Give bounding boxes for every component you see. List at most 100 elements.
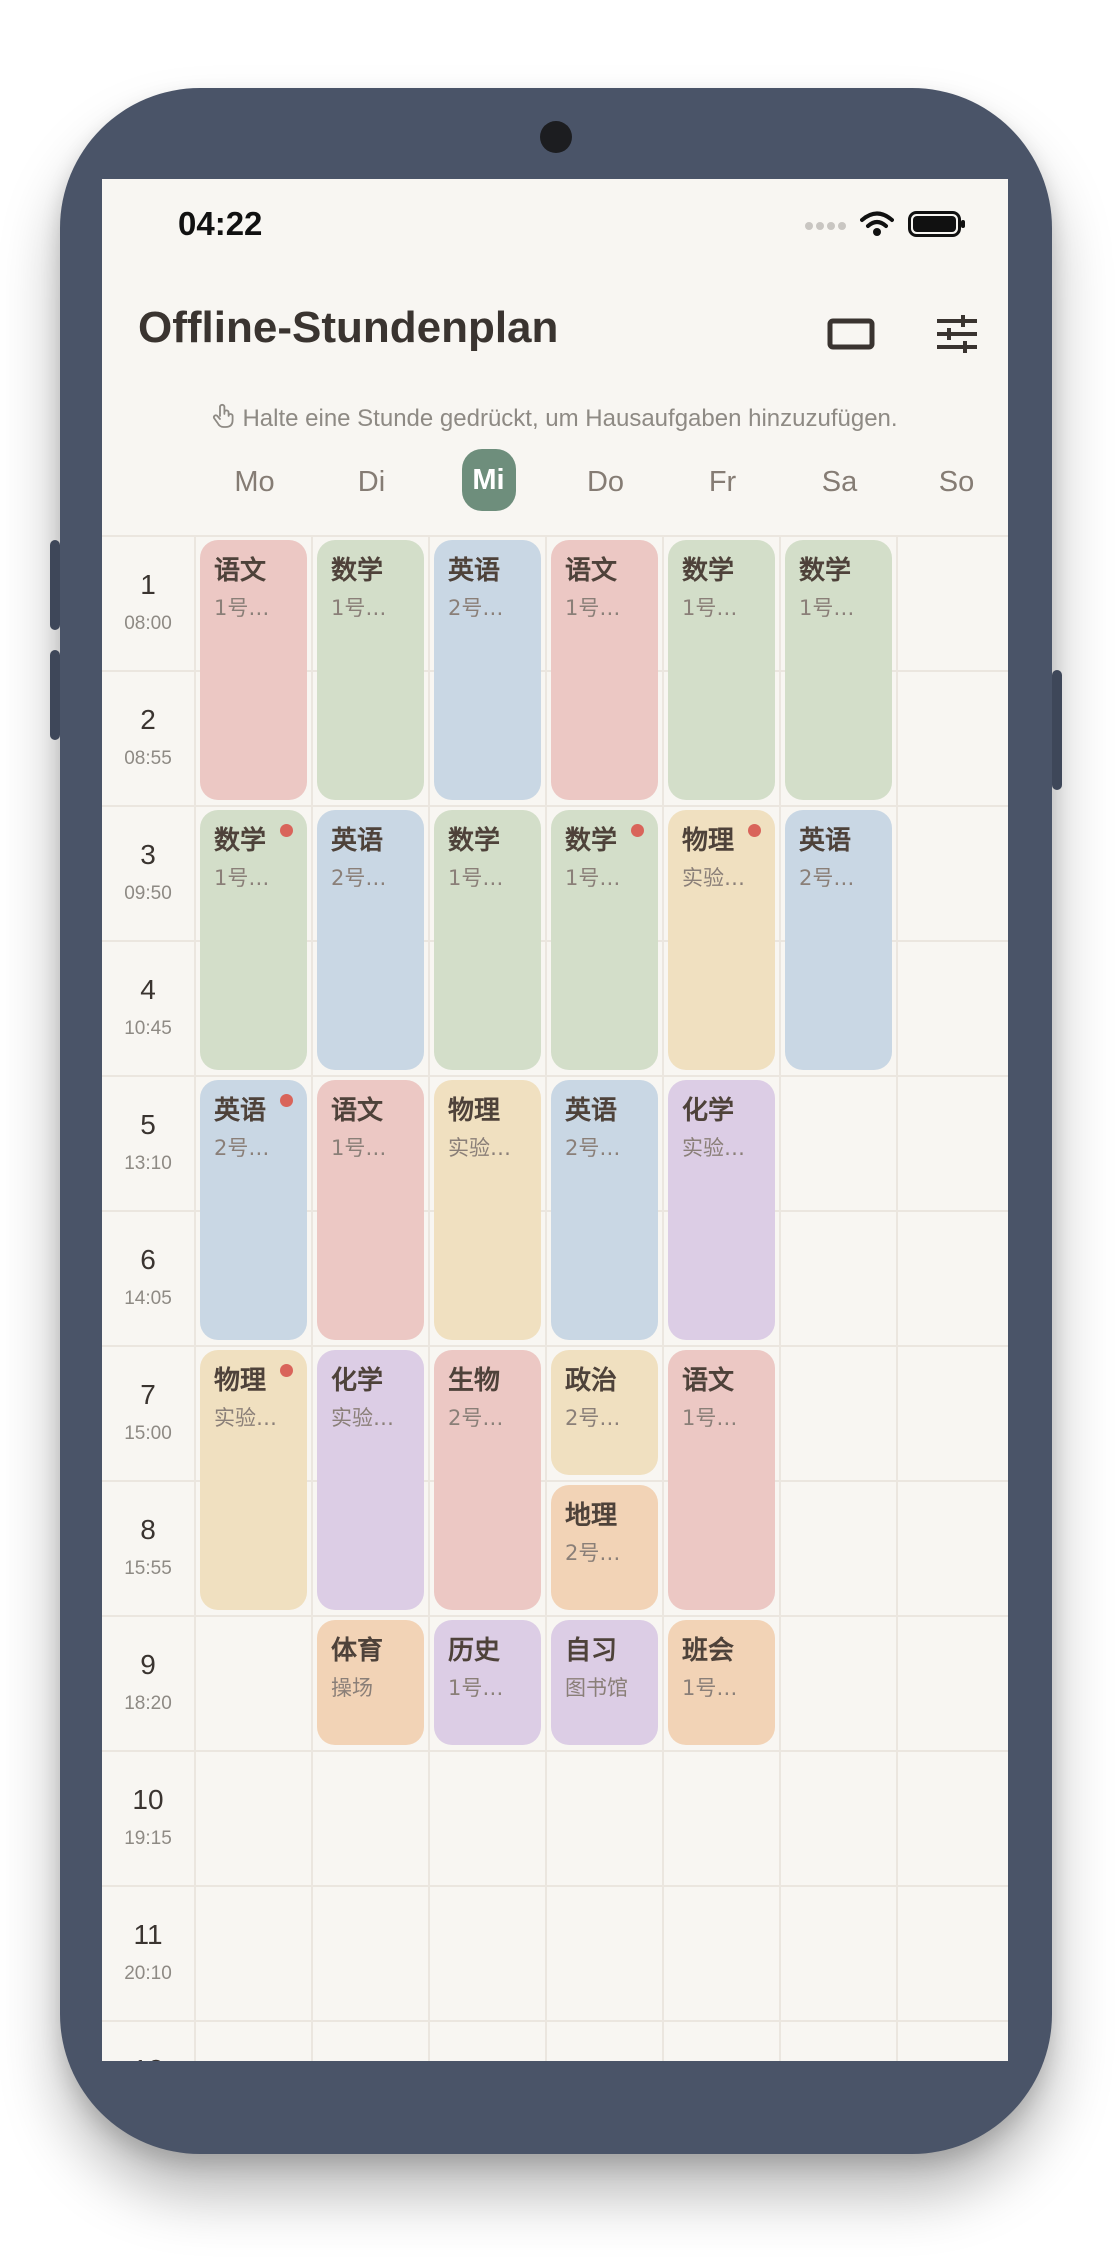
period-label: 9 18:20 <box>102 1615 194 1750</box>
day-tab-mo[interactable]: Mo <box>196 455 313 509</box>
lesson-room: 1号… <box>331 1136 387 1160</box>
day-label: So <box>938 465 975 498</box>
period-label: 6 14:05 <box>102 1210 194 1345</box>
period-number: 4 <box>140 974 156 1005</box>
grid-line <box>896 535 898 2061</box>
settings-sliders-icon[interactable] <box>930 307 984 361</box>
grid-line <box>428 535 430 2061</box>
period-number: 8 <box>140 1514 156 1545</box>
lesson-subject: 数学 <box>448 826 501 856</box>
lesson-card[interactable]: 英语 2号… <box>785 810 892 1070</box>
lesson-card[interactable]: 物理实验… <box>200 1350 307 1610</box>
day-tab-so[interactable]: So <box>898 455 1008 509</box>
period-number: 7 <box>140 1379 156 1410</box>
lesson-card[interactable]: 数学 1号… <box>785 540 892 800</box>
grid-line <box>779 535 781 2061</box>
day-tab-mi[interactable]: Mi <box>430 449 547 511</box>
lesson-card[interactable]: 英语 2号… <box>317 810 424 1070</box>
grid-line <box>545 535 547 2061</box>
lesson-subject: 体育 <box>331 1636 384 1666</box>
lesson-card[interactable]: 数学 1号… <box>434 810 541 1070</box>
lesson-room: 2号… <box>799 866 855 890</box>
day-label: Mi <box>461 449 516 511</box>
lesson-subject: 英语 <box>448 556 501 586</box>
lesson-subject: 物理 <box>682 826 735 856</box>
hint-text: Halte eine Stunde gedrückt, um Hausaufga… <box>242 404 898 432</box>
lesson-room: 1号… <box>214 596 270 620</box>
lesson-room: 2号… <box>214 1136 270 1160</box>
lesson-card[interactable]: 历史 1号… <box>434 1620 541 1745</box>
lesson-card[interactable]: 语文 1号… <box>317 1080 424 1340</box>
lesson-card[interactable]: 数学 1号… <box>200 810 307 1070</box>
period-time: 18:20 <box>124 1693 172 1714</box>
grid-line <box>311 535 313 2061</box>
lesson-card[interactable]: 政治 2号… <box>551 1350 658 1475</box>
hint-row: Halte eine Stunde gedrückt, um Hausaufga… <box>102 403 1008 436</box>
lesson-subject: 物理 <box>214 1366 267 1396</box>
period-label: 10 19:15 <box>102 1750 194 1885</box>
lesson-subject: 生物 <box>448 1366 501 1396</box>
lesson-card[interactable]: 班会 1号… <box>668 1620 775 1745</box>
lesson-room: 2号… <box>331 866 387 890</box>
lesson-room: 1号… <box>682 1406 738 1430</box>
lesson-card[interactable]: 生物 2号… <box>434 1350 541 1610</box>
grid-line <box>102 805 1008 807</box>
period-number: 10 <box>132 1784 164 1815</box>
lesson-card[interactable]: 英语 2号… <box>434 540 541 800</box>
day-label: Mo <box>234 465 275 498</box>
day-tab-do[interactable]: Do <box>547 455 664 509</box>
day-tab-di[interactable]: Di <box>313 455 430 509</box>
period-number: 3 <box>140 839 156 870</box>
lesson-room: 2号… <box>448 1406 504 1430</box>
homework-indicator-dot <box>631 824 644 837</box>
lesson-card[interactable]: 英语 2号… <box>200 1080 307 1340</box>
battery-icon <box>908 211 966 241</box>
lesson-card[interactable]: 语文 1号… <box>668 1350 775 1610</box>
lesson-room: 图书馆 <box>565 1676 628 1700</box>
lesson-card[interactable]: 语文 1号… <box>200 540 307 800</box>
lesson-card[interactable]: 物理 实验… <box>668 810 775 1070</box>
day-label: Sa <box>821 465 858 498</box>
lesson-subject: 英语 <box>565 1096 618 1126</box>
lesson-card[interactable]: 物理 实验… <box>434 1080 541 1340</box>
period-label: 12 <box>102 2020 194 2061</box>
lesson-subject: 语文 <box>682 1366 735 1396</box>
period-time: 10:45 <box>124 1018 172 1039</box>
period-time: 19:15 <box>124 1828 172 1849</box>
period-time: 09:50 <box>124 883 172 904</box>
period-label: 4 10:45 <box>102 940 194 1075</box>
period-time: 15:00 <box>124 1423 172 1444</box>
period-number: 11 <box>133 1919 163 1950</box>
lesson-subject: 历史 <box>448 1636 501 1666</box>
day-tab-sa[interactable]: Sa <box>781 455 898 509</box>
front-camera <box>540 121 572 153</box>
lesson-card[interactable]: 地理 2号… <box>551 1485 658 1610</box>
lesson-card[interactable]: 自习 图书馆 <box>551 1620 658 1745</box>
timetable-grid: 1 08:00 2 08:55 3 09:50 4 10:45 5 13:10 6 14:05 7 15:… <box>102 535 1008 2061</box>
lesson-subject: 数学 <box>331 556 384 586</box>
lesson-room: 1号… <box>448 1676 504 1700</box>
lesson-card[interactable]: 英语 2号… <box>551 1080 658 1340</box>
lesson-room: 实验… <box>214 1406 277 1430</box>
weekday-header: Mo Di Mi Do Fr Sa So <box>196 449 1008 511</box>
wifi-icon <box>860 211 894 241</box>
volume-down-button <box>50 650 60 740</box>
lesson-card[interactable]: 数学 1号… <box>317 540 424 800</box>
lesson-card[interactable]: 体育 操场 <box>317 1620 424 1745</box>
lesson-card[interactable]: 数学 1号… <box>551 810 658 1070</box>
lesson-room: 2号… <box>565 1541 621 1565</box>
lesson-room: 1号… <box>565 866 621 890</box>
grid-line <box>102 535 1008 537</box>
grid-line <box>102 1075 1008 1077</box>
lesson-card[interactable]: 语文 1号… <box>551 540 658 800</box>
view-mode-icon[interactable] <box>824 307 878 361</box>
lesson-subject: 班会 <box>682 1636 735 1666</box>
day-tab-fr[interactable]: Fr <box>664 455 781 509</box>
lesson-room: 1号… <box>565 596 621 620</box>
period-number: 2 <box>140 704 156 735</box>
lesson-card[interactable]: 化学 实验… <box>317 1350 424 1610</box>
day-label: Do <box>586 465 625 498</box>
lesson-card[interactable]: 数学 1号… <box>668 540 775 800</box>
lesson-card[interactable]: 化学 实验… <box>668 1080 775 1340</box>
homework-indicator-dot <box>748 824 761 837</box>
